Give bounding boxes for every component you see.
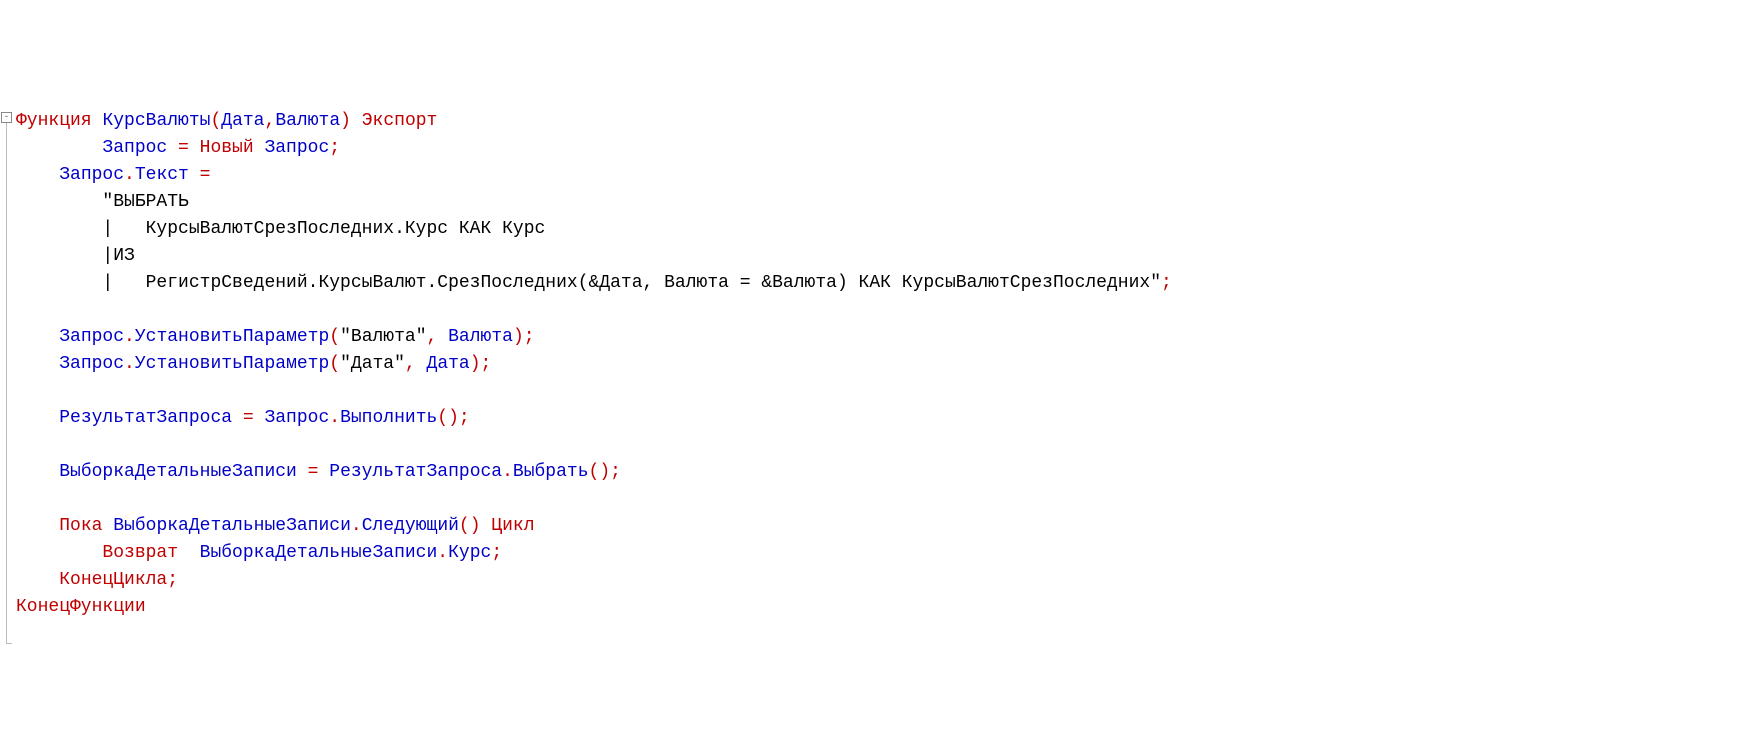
line-9: Запрос.УстановитьПараметр("Валюта", Валю…	[16, 327, 535, 347]
dot: .	[351, 516, 362, 536]
param: Дата	[221, 111, 264, 131]
method: Выполнить	[340, 408, 437, 428]
keyword-export: Экспорт	[362, 111, 438, 131]
string-arg: "Валюта"	[340, 327, 426, 347]
keyword-return: Возврат	[102, 543, 178, 563]
parens-semi: ();	[437, 408, 469, 428]
string-literal: | РегистрСведений.КурсыВалют.СрезПоследн…	[102, 273, 1161, 293]
string-literal: | КурсыВалютСрезПоследних.Курс КАК Курс	[102, 219, 545, 239]
identifier: Запрос	[102, 138, 167, 158]
line-6: |ИЗ	[16, 246, 135, 266]
keyword-new: Новый	[200, 138, 254, 158]
dot: .	[124, 327, 135, 347]
keyword-endloop: КонецЦикла	[59, 570, 167, 590]
line-16: Пока ВыборкаДетальныеЗаписи.Следующий() …	[16, 516, 535, 536]
paren-close-semi: );	[513, 327, 535, 347]
line-1: Функция КурсВалюты(Дата,Валюта) Экспорт	[16, 111, 437, 131]
semicolon: ;	[167, 570, 178, 590]
method: УстановитьПараметр	[135, 354, 329, 374]
identifier: РезультатЗапроса	[59, 408, 232, 428]
identifier: Запрос	[59, 354, 124, 374]
line-5: | КурсыВалютСрезПоследних.Курс КАК Курс	[16, 219, 545, 239]
operator: =	[167, 138, 199, 158]
keyword-endfunction: КонецФункции	[16, 597, 146, 617]
identifier: ВыборкаДетальныеЗаписи	[102, 516, 350, 536]
comma: ,	[265, 111, 276, 131]
parens: ()	[459, 516, 481, 536]
property: Текст	[135, 165, 189, 185]
operator: =	[297, 462, 329, 482]
identifier: КурсВалюты	[102, 111, 210, 131]
line-10: Запрос.УстановитьПараметр("Дата", Дата);	[16, 354, 491, 374]
operator: =	[189, 165, 211, 185]
method: УстановитьПараметр	[135, 327, 329, 347]
identifier: ВыборкаДетальныеЗаписи	[59, 462, 297, 482]
line-7: | РегистрСведений.КурсыВалют.СрезПоследн…	[16, 273, 1172, 293]
comma: ,	[405, 354, 416, 374]
method: Выбрать	[513, 462, 589, 482]
fold-end-tick	[6, 643, 12, 644]
parens-semi: ();	[589, 462, 621, 482]
operator: =	[232, 408, 264, 428]
paren-close-semi: );	[470, 354, 492, 374]
line-18: КонецЦикла;	[16, 570, 178, 590]
identifier: Запрос	[59, 165, 124, 185]
code-block: - Функция КурсВалюты(Дата,Валюта) Экспор…	[0, 108, 1757, 621]
fold-guide-line	[6, 123, 7, 643]
identifier: РезультатЗапроса	[329, 462, 502, 482]
string-literal: |ИЗ	[102, 246, 134, 266]
dot: .	[329, 408, 340, 428]
identifier: Запрос	[264, 408, 329, 428]
dot: .	[437, 543, 448, 563]
string-arg: "Дата"	[340, 354, 405, 374]
identifier: ВыборкаДетальныеЗаписи	[178, 543, 437, 563]
param: Валюта	[275, 111, 340, 131]
line-12: РезультатЗапроса = Запрос.Выполнить();	[16, 408, 470, 428]
identifier: Запрос	[254, 138, 330, 158]
code-text: Функция КурсВалюты(Дата,Валюта) Экспорт …	[14, 108, 1757, 621]
identifier: Запрос	[59, 327, 124, 347]
dot: .	[502, 462, 513, 482]
string-literal: "ВЫБРАТЬ	[102, 192, 188, 212]
paren-open: (	[329, 327, 340, 347]
semicolon: ;	[491, 543, 502, 563]
keyword-function: Функция	[16, 111, 92, 131]
paren-close: )	[340, 111, 351, 131]
fold-gutter: -	[0, 108, 14, 621]
dot: .	[124, 354, 135, 374]
keyword-while: Пока	[59, 516, 102, 536]
keyword-loop: Цикл	[481, 516, 535, 536]
line-14: ВыборкаДетальныеЗаписи = РезультатЗапрос…	[16, 462, 621, 482]
dot: .	[124, 165, 135, 185]
paren-open: (	[210, 111, 221, 131]
comma: ,	[427, 327, 438, 347]
identifier: Дата	[416, 354, 470, 374]
semicolon: ;	[1161, 273, 1172, 293]
paren-open: (	[329, 354, 340, 374]
method: Следующий	[362, 516, 459, 536]
property: Курс	[448, 543, 491, 563]
line-2: Запрос = Новый Запрос;	[16, 138, 340, 158]
fold-toggle-icon[interactable]: -	[1, 112, 12, 123]
line-17: Возврат ВыборкаДетальныеЗаписи.Курс;	[16, 543, 502, 563]
line-19: КонецФункции	[16, 597, 146, 617]
identifier: Валюта	[437, 327, 513, 347]
semicolon: ;	[329, 138, 340, 158]
line-3: Запрос.Текст =	[16, 165, 210, 185]
